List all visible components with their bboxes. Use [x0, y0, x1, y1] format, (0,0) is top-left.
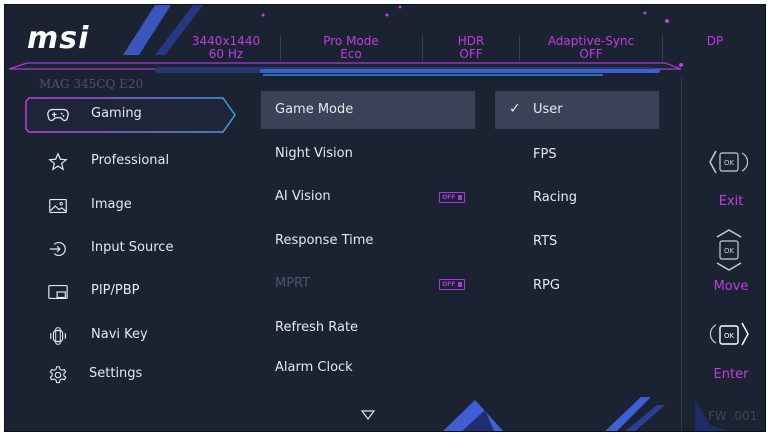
joystick-icon	[50, 327, 66, 345]
mprt-off-toggle: OFF	[439, 279, 465, 290]
option-item-racing[interactable]: Racing	[495, 179, 659, 217]
input-source-icon	[49, 242, 66, 256]
nav-move-label: Move	[713, 279, 749, 294]
nav-enter-label: Enter	[713, 367, 749, 382]
sub-menu-label: Night Vision	[275, 146, 353, 161]
model-name: MAG 345CQ E20	[39, 77, 144, 91]
main-menu-label: Navi Key	[91, 327, 148, 342]
main-menu-label: Gaming	[91, 106, 142, 121]
main-menu-label: Image	[91, 197, 132, 212]
navi-key-right-icon[interactable]: OK	[710, 319, 750, 351]
status-divider	[662, 35, 663, 61]
status-divider	[519, 35, 520, 61]
navi-key-updown-icon[interactable]: OK	[713, 227, 745, 273]
main-menu-item-navi-key[interactable]: Navi Key	[25, 318, 231, 354]
main-menu-item-image[interactable]: Image	[25, 188, 231, 224]
main-menu-item-professional[interactable]: Professional	[25, 144, 231, 180]
option-item-fps[interactable]: FPS	[495, 136, 659, 174]
sub-menu-label: Game Mode	[275, 102, 354, 117]
sub-menu-item-response-time[interactable]: Response Time	[261, 222, 475, 260]
star-icon	[48, 152, 68, 171]
status-divider	[422, 35, 423, 61]
osd-menu: msi 3440x1440 60 Hz Pro Mode Eco HDR OFF…	[4, 4, 766, 432]
main-menu-label: Settings	[89, 366, 143, 381]
option-label: FPS	[533, 147, 557, 162]
sub-menu-label: MPRT	[275, 276, 311, 291]
checkmark-icon: ✓	[509, 101, 521, 117]
sub-menu-item-refresh-rate[interactable]: Refresh Rate	[261, 309, 475, 347]
status-pro-mode: Pro Mode Eco	[323, 34, 379, 61]
status-input: DP	[706, 34, 724, 48]
status-resolution: 3440x1440 60 Hz	[191, 34, 261, 61]
main-menu-label: Professional	[91, 153, 170, 168]
status-adaptive-sync: Adaptive-Sync OFF	[547, 34, 635, 61]
firmware-version: FW .001	[708, 409, 758, 423]
main-menu-label: Input Source	[91, 240, 174, 255]
gear-icon	[49, 366, 67, 384]
sub-menu-label: Response Time	[275, 233, 374, 248]
main-menu-item-input-source[interactable]: Input Source	[25, 231, 231, 267]
navi-key-left-icon[interactable]: OK	[708, 147, 748, 179]
sub-menu-item-ai-vision[interactable]: AI Vision OFF	[261, 178, 475, 216]
decor-band-highlight	[263, 74, 603, 76]
sub-menu-label: Alarm Clock	[275, 360, 353, 375]
main-menu-label: PIP/PBP	[91, 283, 140, 298]
main-menu-item-pip-pbp[interactable]: PIP/PBP	[25, 274, 231, 310]
main-menu-item-settings[interactable]: Settings	[25, 357, 231, 393]
sub-menu-label: AI Vision	[275, 189, 331, 204]
option-label: RPG	[533, 278, 560, 293]
svg-text:OK: OK	[724, 159, 735, 167]
option-label: User	[533, 102, 563, 117]
sub-menu-item-game-mode[interactable]: Game Mode	[261, 91, 475, 129]
sub-menu-item-night-vision[interactable]: Night Vision	[261, 135, 475, 173]
msi-logo: msi	[27, 21, 90, 56]
option-label: Racing	[533, 190, 577, 205]
pip-icon	[48, 284, 68, 300]
nav-exit-label: Exit	[718, 194, 744, 209]
sub-menu-item-mprt: MPRT OFF	[261, 265, 475, 303]
gamepad-icon	[47, 108, 69, 122]
sub-menu-item-alarm-clock[interactable]: Alarm Clock	[261, 349, 475, 387]
status-divider	[280, 35, 281, 61]
ai-vision-off-toggle[interactable]: OFF	[439, 192, 465, 203]
status-hdr: HDR OFF	[457, 34, 485, 61]
option-label: RTS	[533, 234, 558, 249]
svg-text:OK: OK	[724, 332, 735, 340]
image-icon	[49, 198, 67, 214]
svg-text:OK: OK	[724, 247, 735, 255]
option-item-rpg[interactable]: RPG	[495, 267, 659, 305]
option-item-rts[interactable]: RTS	[495, 223, 659, 261]
nav-panel-divider	[681, 77, 682, 431]
sub-menu-label: Refresh Rate	[275, 320, 359, 335]
main-menu-item-gaming[interactable]: Gaming	[25, 97, 231, 133]
decor-band-inner	[260, 69, 660, 73]
scroll-down-arrow-icon[interactable]	[361, 410, 375, 420]
option-item-user[interactable]: ✓ User	[495, 91, 659, 129]
